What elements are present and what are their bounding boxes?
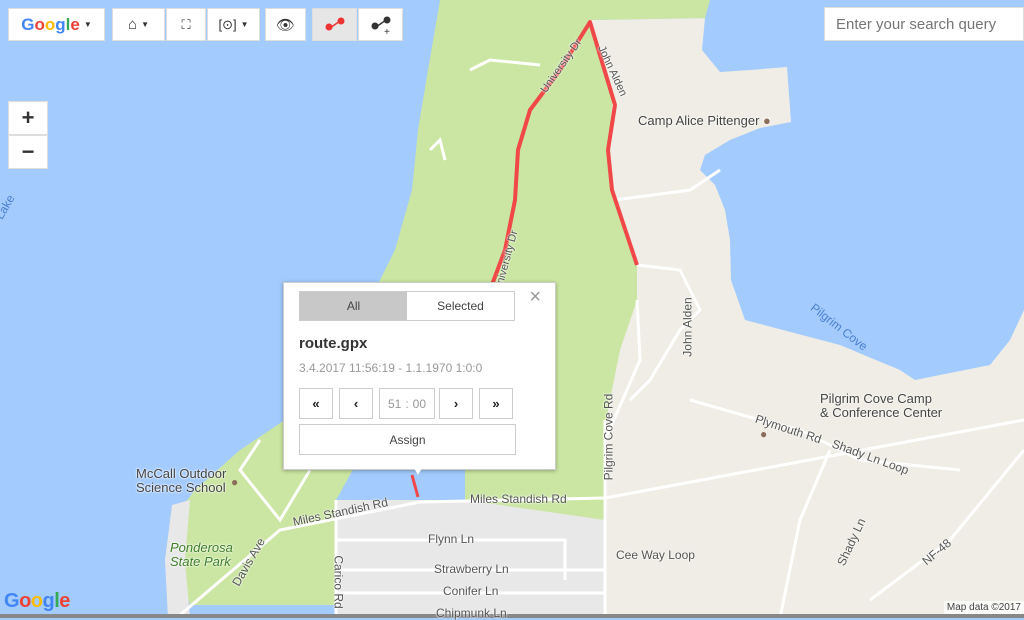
poi-name: Camp Alice Pittenger	[638, 113, 760, 128]
time-separator: :	[405, 396, 409, 411]
route-icon	[325, 17, 344, 30]
add-route-point-button[interactable]: +	[358, 8, 403, 41]
route-filename: route.gpx	[299, 335, 368, 352]
label-mccall: McCall Outdoor Science School	[136, 467, 226, 495]
previous-point-button[interactable]: ‹	[339, 388, 373, 419]
locate-button[interactable]: [⊙] ▼	[207, 8, 260, 41]
route-button[interactable]	[312, 8, 357, 41]
eye-icon: 👁	[275, 16, 296, 34]
google-logo: Google	[4, 590, 70, 612]
next-point-button[interactable]: ›	[439, 388, 473, 419]
home-icon: ⌂	[128, 16, 138, 33]
label-miles-standish-2: Miles Standish Rd	[470, 492, 567, 506]
fit-bounds-icon: ⛶	[181, 16, 191, 32]
tab-selected[interactable]: Selected	[407, 292, 514, 320]
chevron-down-icon: ▼	[141, 20, 149, 29]
locate-icon: [⊙]	[218, 16, 237, 32]
bottom-bar	[0, 614, 1024, 618]
visibility-button[interactable]: 👁	[265, 8, 306, 41]
label-carico-rd: Carico Rd	[331, 555, 346, 609]
label-ponderosa: Ponderosa State Park	[170, 541, 233, 569]
close-button[interactable]: ×	[529, 286, 541, 309]
poi-name-line1: McCall Outdoor	[136, 466, 227, 481]
map-provider-dropdown[interactable]: Google ▼	[8, 8, 105, 41]
chevron-down-icon: ▼	[240, 20, 249, 29]
camp-icon: ●	[760, 427, 768, 441]
label-pilgrim-cove-rd: Pilgrim Cove Rd	[601, 393, 616, 481]
fit-bounds-button[interactable]: ⛶	[166, 8, 206, 41]
poi-name-line1: Pilgrim Cove Camp	[820, 391, 932, 406]
search-input[interactable]	[824, 7, 1024, 41]
svg-text:+: +	[384, 27, 390, 35]
label-pilgrim-camp: Pilgrim Cove Camp & Conference Center	[820, 392, 942, 420]
label-cee-way-loop: Cee Way Loop	[616, 548, 695, 562]
label-camp-alice: Camp Alice Pittenger ●	[638, 114, 771, 128]
filter-tabs: All Selected	[299, 291, 515, 321]
poi-name-line2: Science School	[136, 480, 226, 495]
seconds-value[interactable]: 00	[413, 397, 426, 411]
zoom-in-button[interactable]: +	[8, 101, 48, 135]
park-name-line2: State Park	[170, 554, 231, 569]
label-conifer-ln: Conifer Ln	[443, 584, 499, 598]
home-button[interactable]: ⌂ ▼	[112, 8, 165, 41]
school-icon: ●	[231, 475, 239, 489]
assign-button[interactable]: Assign	[299, 424, 516, 455]
label-john-alden: John Alden	[680, 297, 695, 357]
label-strawberry-ln: Strawberry Ln	[434, 562, 509, 576]
last-point-button[interactable]: »	[479, 388, 513, 419]
route-time-range: 3.4.2017 11:56:19 - 1.1.1970 1:0:0	[299, 361, 483, 375]
label-flynn-ln: Flynn Ln	[428, 532, 475, 546]
chevron-down-icon: ▼	[83, 20, 92, 29]
zoom-out-button[interactable]: −	[8, 135, 48, 169]
time-offset-field[interactable]: 51:00	[379, 388, 435, 419]
first-point-button[interactable]: «	[299, 388, 333, 419]
map-attribution[interactable]: Map data ©2017	[943, 601, 1024, 614]
park-name-line1: Ponderosa	[170, 540, 233, 555]
add-route-point-icon: +	[371, 16, 390, 35]
minutes-value[interactable]: 51	[388, 397, 401, 411]
lodging-icon: ●	[763, 113, 771, 128]
tab-all[interactable]: All	[300, 292, 407, 320]
poi-name-line2: & Conference Center	[820, 405, 943, 420]
route-popup: All Selected × route.gpx 3.4.2017 11:56:…	[283, 282, 556, 475]
